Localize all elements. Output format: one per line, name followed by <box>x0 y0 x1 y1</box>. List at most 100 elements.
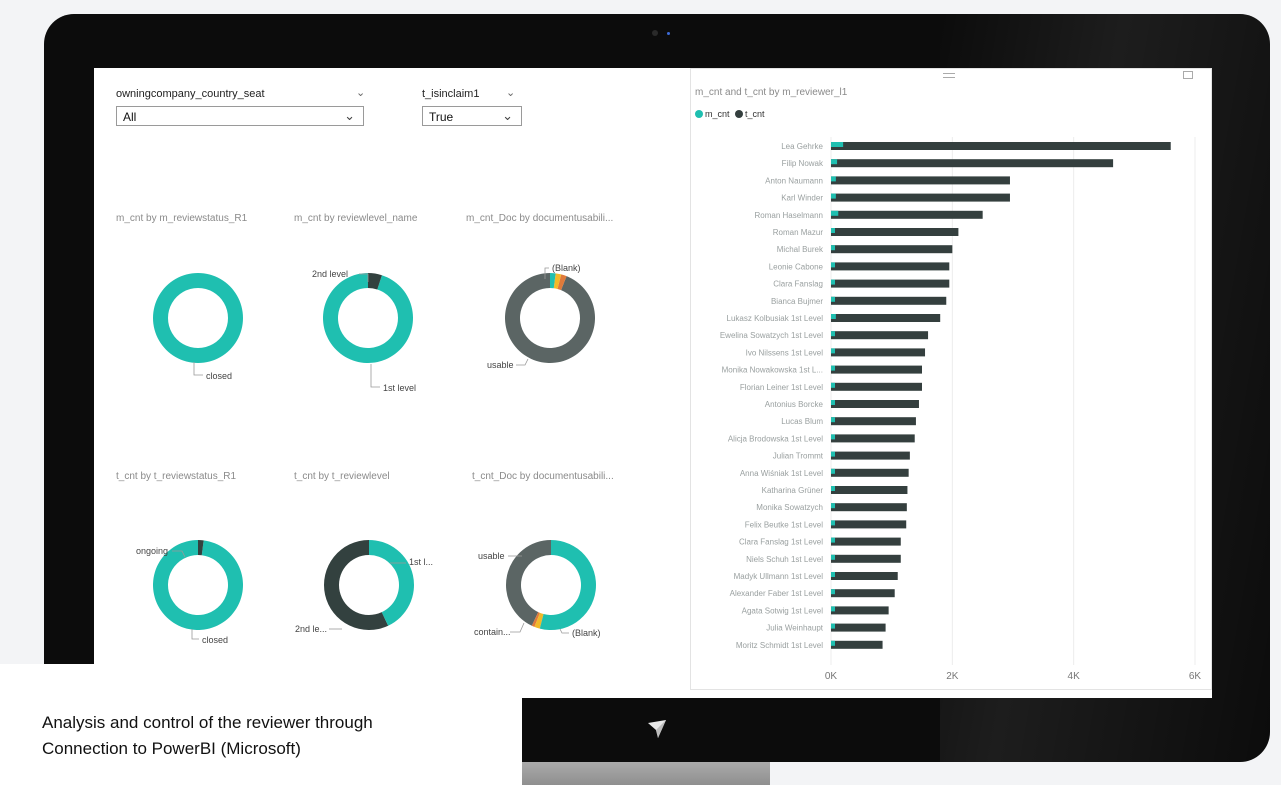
bar-m-cnt[interactable] <box>831 503 835 509</box>
bar-t-cnt[interactable] <box>831 554 901 563</box>
donut-chart[interactable]: ongoing closed <box>124 533 284 663</box>
bar-m-cnt[interactable] <box>831 314 836 319</box>
bar-t-cnt[interactable] <box>831 159 1114 168</box>
category-label: Ewelina Sowatzych 1st Level <box>720 331 823 340</box>
category-label: Alicja Brodowska 1st Level <box>728 434 823 443</box>
category-label: Agata Sotwig 1st Level <box>742 606 824 615</box>
category-label: Alexander Faber 1st Level <box>730 589 824 598</box>
bar-t-cnt[interactable] <box>831 503 907 512</box>
bar-t-cnt[interactable] <box>831 296 947 305</box>
bar-m-cnt[interactable] <box>831 365 835 371</box>
donut-title: m_cnt_Doc by documentusabili... <box>466 213 614 224</box>
webcam <box>652 30 658 36</box>
category-label: Filip Nowak <box>782 159 824 168</box>
bar-m-cnt[interactable] <box>831 486 835 491</box>
bar-t-cnt[interactable] <box>831 245 953 254</box>
slice-label: usable <box>478 551 505 561</box>
bar-t-cnt[interactable] <box>831 228 959 236</box>
chevron-down-icon[interactable]: ⌄ <box>506 86 515 99</box>
bar-t-cnt[interactable] <box>831 400 919 408</box>
bar-t-cnt[interactable] <box>831 417 916 426</box>
bar-t-cnt[interactable] <box>831 314 941 322</box>
x-tick-label: 2K <box>946 671 959 682</box>
bar-m-cnt[interactable] <box>831 537 835 543</box>
donut-chart[interactable]: closed <box>124 263 284 393</box>
bar-t-cnt[interactable] <box>831 468 909 477</box>
bar-m-cnt[interactable] <box>831 623 835 629</box>
slice-label: 2nd level <box>312 269 348 279</box>
bar-m-cnt[interactable] <box>831 245 835 251</box>
bar-chart[interactable]: 0K 2K 4K 6K Lea Gehrke Filip Nowak Anton Nauma… <box>691 69 1212 691</box>
bar-t-cnt[interactable] <box>831 176 1010 185</box>
bar-m-cnt[interactable] <box>831 640 835 646</box>
chevron-down-icon[interactable]: ⌄ <box>356 86 365 99</box>
slice-label: contain... <box>474 627 511 637</box>
bar-m-cnt[interactable] <box>831 348 835 354</box>
bar-m-cnt[interactable] <box>831 434 835 440</box>
bar-m-cnt[interactable] <box>831 228 835 233</box>
bar-t-cnt[interactable] <box>831 572 898 580</box>
bar-m-cnt[interactable] <box>831 279 835 285</box>
bar-m-cnt[interactable] <box>831 193 836 199</box>
category-label: Bianca Bujmer <box>771 297 823 306</box>
bar-m-cnt[interactable] <box>831 417 835 423</box>
category-label: Julia Weinhaupt <box>766 624 824 633</box>
bar-t-cnt[interactable] <box>831 537 901 546</box>
bar-t-cnt[interactable] <box>831 348 926 357</box>
reviewer-bar-chart-panel: m_cnt and t_cnt by m_reviewer_l1 m_cnt t… <box>690 68 1212 690</box>
slice-label: 2nd le... <box>295 624 327 634</box>
country-seat-slicer: owningcompany_country_seat ⌄ All ⌄ <box>116 86 366 128</box>
bar-m-cnt[interactable] <box>831 142 844 147</box>
category-label: Lucas Blum <box>781 417 823 426</box>
bar-m-cnt[interactable] <box>831 210 839 216</box>
chevron-down-icon: ⌄ <box>502 108 513 123</box>
bar-t-cnt[interactable] <box>831 640 883 649</box>
slice-label: (Blank) <box>572 628 601 638</box>
bar-t-cnt[interactable] <box>831 434 915 443</box>
bar-t-cnt[interactable] <box>831 365 922 374</box>
bar-m-cnt[interactable] <box>831 296 835 302</box>
bar-m-cnt[interactable] <box>831 520 835 526</box>
bar-m-cnt[interactable] <box>831 589 835 595</box>
bar-t-cnt[interactable] <box>831 589 895 598</box>
slice-label: 1st l... <box>409 557 433 567</box>
bar-t-cnt[interactable] <box>831 486 908 494</box>
bar-t-cnt[interactable] <box>831 520 907 529</box>
bar-m-cnt[interactable] <box>831 572 835 577</box>
category-label: Julian Trommt <box>773 452 824 461</box>
bar-t-cnt[interactable] <box>831 193 1010 202</box>
bar-m-cnt[interactable] <box>831 554 835 560</box>
donut-chart[interactable]: 1st l... 2nd le... <box>284 533 454 663</box>
bar-t-cnt[interactable] <box>831 451 910 460</box>
donut-chart[interactable]: 2nd level 1st level <box>284 263 444 393</box>
bar-m-cnt[interactable] <box>831 262 835 268</box>
donut-title: t_cnt by t_reviewlevel <box>294 471 390 482</box>
category-label: Monika Sowatzych <box>756 503 823 512</box>
bar-t-cnt[interactable] <box>831 623 886 632</box>
donut-chart[interactable]: usable contain... (Blank) <box>466 533 636 663</box>
bar-m-cnt[interactable] <box>831 606 835 612</box>
bar-m-cnt[interactable] <box>831 451 835 457</box>
bar-t-cnt[interactable] <box>831 262 950 271</box>
dropdown-value: All <box>123 110 137 124</box>
bar-t-cnt[interactable] <box>831 331 929 340</box>
isinclaim-dropdown[interactable]: True ⌄ <box>422 106 522 126</box>
donut-chart[interactable]: (Blank) usable <box>466 263 636 393</box>
bar-t-cnt[interactable] <box>831 210 983 219</box>
donut-slice[interactable] <box>369 540 414 626</box>
bar-m-cnt[interactable] <box>831 159 838 165</box>
bar-t-cnt[interactable] <box>831 606 889 615</box>
bar-t-cnt[interactable] <box>831 382 922 391</box>
bar-m-cnt[interactable] <box>831 176 836 182</box>
bar-t-cnt[interactable] <box>831 142 1171 150</box>
country-seat-dropdown[interactable]: All ⌄ <box>116 106 364 126</box>
donut-slice[interactable] <box>152 273 243 363</box>
category-label: Leonie Cabone <box>769 262 824 271</box>
bar-m-cnt[interactable] <box>831 400 835 405</box>
bar-m-cnt[interactable] <box>831 331 835 337</box>
bar-t-cnt[interactable] <box>831 279 950 288</box>
bar-m-cnt[interactable] <box>831 468 835 474</box>
donut-slice[interactable] <box>506 540 551 626</box>
bar-m-cnt[interactable] <box>831 382 835 388</box>
donut-title: m_cnt by reviewlevel_name <box>294 213 418 224</box>
